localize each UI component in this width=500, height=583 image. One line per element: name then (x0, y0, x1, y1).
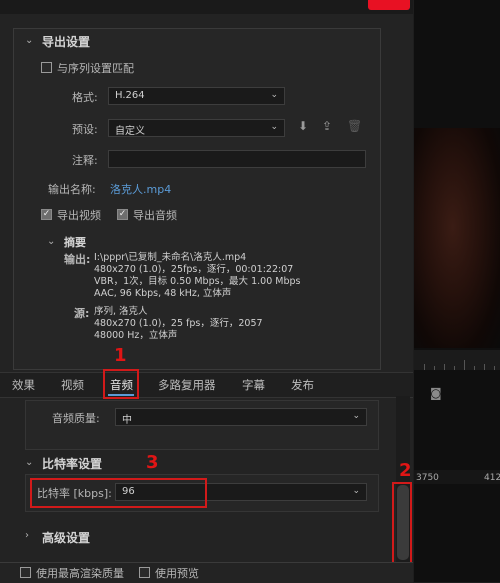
output-name-link[interactable]: 洛克人.mp4 (110, 181, 171, 197)
summary-source-line: 序列, 洛克人 (94, 306, 148, 317)
output-name-label: 输出名称: (48, 183, 96, 196)
tab-captions[interactable]: 字幕 (242, 377, 265, 393)
use-preview-label: 使用预览 (155, 567, 199, 580)
chevron-down-icon[interactable]: ⌄ (25, 35, 33, 46)
summary-output-line: 480x270 (1.0)，25fps，逐行，00:01:22:07 (94, 264, 294, 275)
summary-output-line: VBR，1次，目标 0.50 Mbps，最大 1.00 Mbps (94, 276, 301, 287)
max-render-quality-label: 使用最高渲染质量 (36, 567, 124, 580)
camera-icon[interactable]: ◙ (430, 386, 442, 400)
chevron-down-icon: ⌄ (352, 486, 360, 496)
summary-output-label: 输出: (64, 253, 91, 266)
tick-label: 4125 (484, 473, 500, 483)
comment-input[interactable] (108, 150, 366, 168)
audio-quality-label: 音频质量: (52, 412, 100, 425)
annotation-box-1 (103, 369, 139, 399)
format-value: H.264 (115, 90, 145, 101)
annotation-number-3: 3 (146, 452, 159, 473)
summary-output-block: I:\pppr\已复制_未命名\洛克人.mp4 480x270 (1.0)，25… (94, 252, 300, 300)
summary-output-line: AAC, 96 Kbps, 48 kHz, 立体声 (94, 288, 232, 299)
tick-label: 3750 (416, 473, 439, 483)
preset-dropdown[interactable]: 自定义 ⌄ (108, 119, 285, 137)
summary-source-label: 源: (74, 307, 90, 320)
audio-quality-value: 中 (122, 415, 132, 426)
audio-quality-dropdown[interactable]: 中 ⌄ (115, 408, 367, 426)
tab-video[interactable]: 视频 (61, 377, 84, 393)
export-video-checkbox[interactable]: ✓ (41, 209, 52, 220)
save-preset-icon[interactable]: ⬇ (298, 119, 308, 133)
summary-source-line: 48000 Hz，立体声 (94, 330, 178, 341)
chevron-down-icon[interactable]: ⌄ (25, 457, 33, 468)
annotation-number-2: 2 (399, 460, 412, 481)
preset-label: 预设: (72, 123, 98, 136)
bitrate-settings-title: 比特率设置 (42, 457, 103, 471)
chevron-down-icon: ⌄ (352, 411, 360, 421)
annotation-box-3 (30, 478, 207, 508)
delete-preset-icon[interactable]: 🗑 (347, 119, 362, 133)
tab-multiplexer[interactable]: 多路复用器 (158, 377, 216, 393)
chevron-down-icon: ⌄ (270, 122, 278, 132)
export-video-label: 导出视频 (57, 209, 101, 222)
export-audio-label: 导出音频 (133, 209, 177, 222)
comment-label: 注释: (72, 154, 98, 167)
advanced-settings-title: 高级设置 (42, 531, 91, 545)
title-bar (0, 0, 413, 14)
playback-ruler (414, 350, 500, 370)
export-audio-checkbox[interactable]: ✓ (117, 209, 128, 220)
chevron-down-icon: ⌄ (270, 90, 278, 100)
format-dropdown[interactable]: H.264 ⌄ (108, 87, 285, 105)
settings-tabs: 效果 视频 音频 多路复用器 字幕 发布 (0, 372, 413, 398)
preset-value: 自定义 (115, 126, 145, 137)
annotation-number-1: 1 (114, 345, 127, 366)
max-render-quality-checkbox[interactable] (20, 567, 31, 578)
summary-source-line: 480x270 (1.0)，25 fps，逐行，2057 (94, 318, 263, 329)
tab-publish[interactable]: 发布 (291, 377, 314, 393)
timeline-ruler: 3750 4125 (414, 470, 500, 484)
format-label: 格式: (72, 91, 98, 104)
summary-output-line: I:\pppr\已复制_未命名\洛克人.mp4 (94, 252, 247, 263)
use-preview-checkbox[interactable] (139, 567, 150, 578)
video-preview (414, 128, 500, 348)
summary-source-block: 序列, 洛克人 480x270 (1.0)，25 fps，逐行，2057 480… (94, 306, 263, 342)
chevron-right-icon[interactable]: › (25, 530, 29, 541)
match-sequence-checkbox[interactable] (41, 62, 52, 73)
close-button[interactable] (368, 0, 410, 10)
match-sequence-label: 与序列设置匹配 (57, 62, 134, 75)
summary-title: 摘要 (64, 236, 86, 249)
tab-effects[interactable]: 效果 (12, 377, 35, 393)
import-preset-icon[interactable]: ⇪ (322, 119, 332, 133)
export-settings-title: 导出设置 (42, 35, 91, 49)
chevron-down-icon[interactable]: ⌄ (47, 236, 55, 247)
